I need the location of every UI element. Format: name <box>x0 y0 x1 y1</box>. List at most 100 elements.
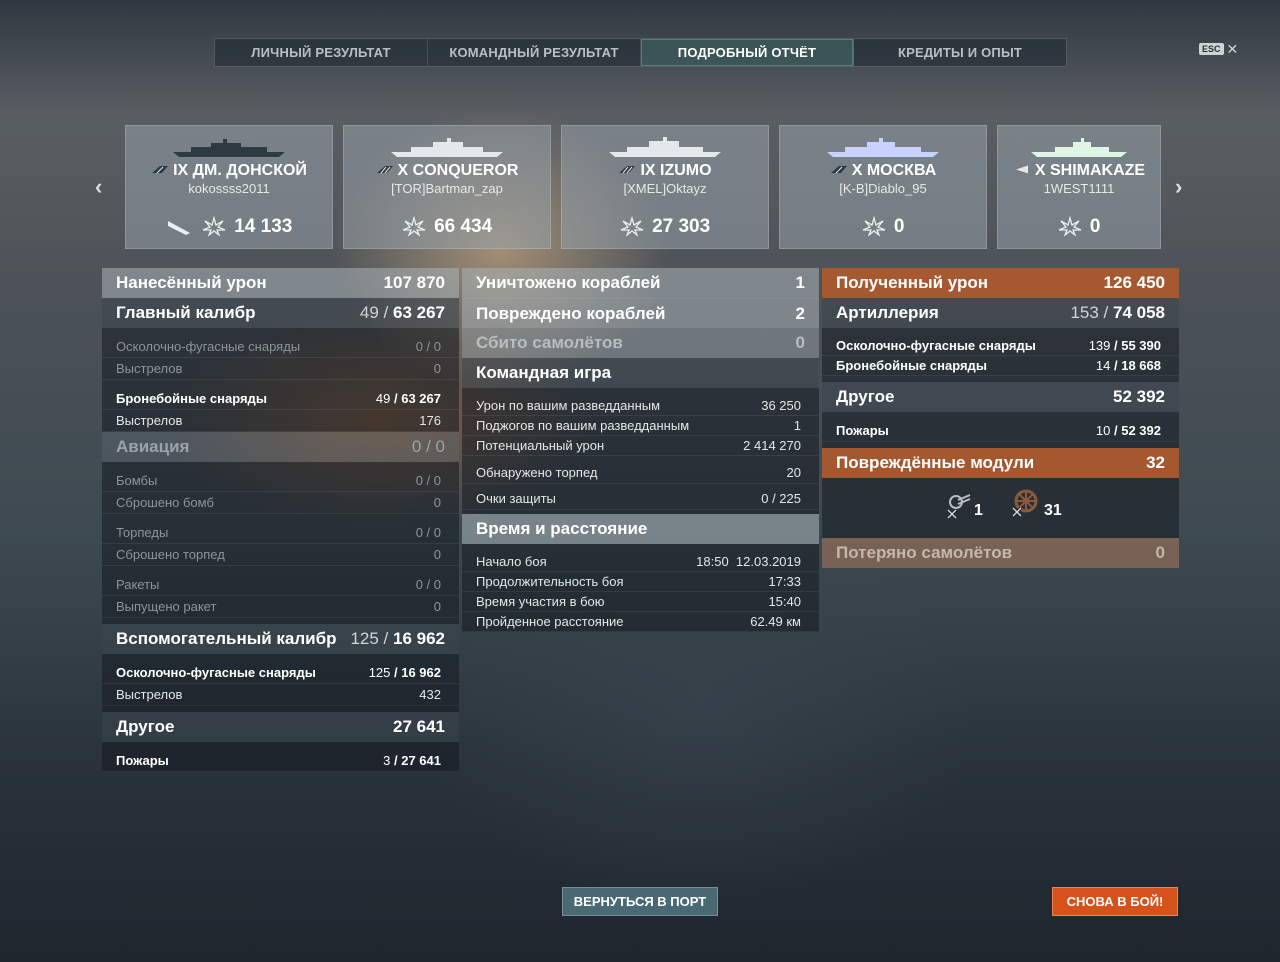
section-value: 0 / 0 <box>411 437 445 456</box>
stat-row: Время участия в бою 15:40 <box>462 592 819 612</box>
tab-credits-xp[interactable]: КРЕДИТЫ И ОПЫТ <box>854 39 1066 66</box>
player-name: [XMEL]Oktayz <box>623 181 707 196</box>
ship-score: 0 <box>998 215 1160 238</box>
player-name: 1WEST1111 <box>1043 181 1115 196</box>
planes-lost-header: Потеряно самолётов 0 <box>822 538 1179 568</box>
stat-row: Сброшено торпед 0 <box>102 544 459 566</box>
secondary-battery-header: Вспомогательный калибр 125 / 16 962 <box>102 624 459 654</box>
ship-score: 0 <box>780 215 986 238</box>
damage-dealt-panel: Нанесённый урон 107 870 Главный калибр 4… <box>102 268 459 772</box>
section-title: Потеряно самолётов <box>836 543 1013 562</box>
tab-detailed-report[interactable]: ПОДРОБНЫЙ ОТЧЁТ <box>641 39 854 66</box>
artillery-header: Артиллерия 153 / 74 058 <box>822 298 1179 328</box>
ship-silhouette-icon <box>1031 138 1127 157</box>
stat-row: Осколочно-фугасные снаряды 139 / 55 390 <box>822 336 1179 356</box>
other-damage-header: Другое 27 641 <box>102 712 459 742</box>
modules-row: 1 31 <box>822 478 1179 538</box>
destroyed-ships-header: Уничтожено кораблей 1 <box>462 268 819 298</box>
main-battery-header: Главный калибр 49 / 63 267 <box>102 298 459 328</box>
ship-name: X CONQUEROR <box>344 161 550 180</box>
damage-received-panel: Полученный урон 126 450 Артиллерия 153 /… <box>822 268 1179 568</box>
stat-row: Выпущено ракет 0 <box>102 596 459 618</box>
stat-row: Осколочно-фугасные снаряды 0 / 0 <box>102 336 459 358</box>
stat-row: Бронебойные снаряды 14 / 18 668 <box>822 356 1179 376</box>
tab-team-result[interactable]: КОМАНДНЫЙ РЕЗУЛЬТАТ <box>428 39 641 66</box>
player-name: [TOR]Bartman_zap <box>391 181 503 196</box>
ship-card[interactable]: IX ДМ. ДОНСКОЙ kokossss2011 14 133 <box>125 125 333 249</box>
section-value: 32 <box>1146 453 1165 472</box>
player-name: kokossss2011 <box>188 181 270 196</box>
tab-personal-result[interactable]: ЛИЧНЫЙ РЕЗУЛЬТАТ <box>215 39 428 66</box>
section-title: Командная игра <box>476 363 612 382</box>
stat-row: Очки защиты 0 / 225 <box>462 488 819 510</box>
section-title: Повреждённые модули <box>836 453 1035 472</box>
stat-row: Ракеты 0 / 0 <box>102 574 459 596</box>
ship-silhouette-icon <box>391 138 503 157</box>
carousel-next-arrow[interactable]: › <box>1175 176 1182 198</box>
ship-name: IX ДМ. ДОНСКОЙ <box>126 161 332 180</box>
ship-name: X МОСКВА <box>780 161 986 180</box>
damage-burst-icon <box>402 215 426 238</box>
player-name: [K-B]Diablo_95 <box>839 181 927 196</box>
other-received-header: Другое 52 392 <box>822 382 1179 412</box>
section-value: 126 450 <box>1103 273 1165 292</box>
destroyer-icon <box>1013 161 1031 174</box>
section-title: Сбито самолётов <box>476 333 623 352</box>
carousel-prev-arrow[interactable]: ‹ <box>95 176 102 198</box>
module-count: 31 <box>1044 502 1062 519</box>
damage-received-header: Полученный урон 126 450 <box>822 268 1179 298</box>
module-item: 1 <box>944 492 983 520</box>
ship-card[interactable]: X CONQUEROR [TOR]Bartman_zap 66 434 <box>343 125 551 249</box>
section-title: Другое <box>116 717 175 736</box>
tab-bar: ЛИЧНЫЙ РЕЗУЛЬТАТ КОМАНДНЫЙ РЕЗУЛЬТАТ ПОД… <box>214 38 1067 67</box>
section-title: Другое <box>836 387 895 406</box>
module-count: 1 <box>974 502 983 519</box>
battleship-icon <box>618 161 636 174</box>
ship-silhouette-icon <box>609 137 721 157</box>
section-value: 1 <box>795 273 805 292</box>
esc-key-badge: ESC <box>1199 43 1224 55</box>
section-value: 49 / 63 267 <box>359 303 445 322</box>
ship-card[interactable]: IX IZUMO [XMEL]Oktayz 27 303 <box>561 125 769 249</box>
section-title: Повреждено кораблей <box>476 303 666 323</box>
gun-module-icon <box>946 494 971 520</box>
section-value: 2 <box>795 303 805 323</box>
section-value: 0 <box>795 333 805 352</box>
stat-row: Урон по вашим разведданным 36 250 <box>462 396 819 416</box>
stat-row: Выстрелов 432 <box>102 684 459 706</box>
stat-row: Сброшено бомб 0 <box>102 492 459 514</box>
stat-row: Торпеды 0 / 0 <box>102 522 459 544</box>
close-button[interactable]: ESC ✕ <box>1199 42 1238 56</box>
stat-row: Пожары 10 / 52 392 <box>822 420 1179 442</box>
section-value: 107 870 <box>383 273 445 292</box>
damage-burst-icon <box>1058 215 1081 238</box>
time-distance-header: Время и расстояние <box>462 514 819 544</box>
stat-row: Поджогов по вашим разведданным 1 <box>462 416 819 436</box>
battle-again-button[interactable]: СНОВА В БОЙ! <box>1052 887 1178 916</box>
ship-name: IX IZUMO <box>562 161 768 180</box>
section-title: Уничтожено кораблей <box>476 273 661 292</box>
aviation-header: Авиация 0 / 0 <box>102 432 459 462</box>
cruiser-icon <box>830 161 848 174</box>
stat-row: Обнаружено торпед 20 <box>462 462 819 484</box>
section-title: Полученный урон <box>836 273 989 292</box>
stat-row: Бомбы 0 / 0 <box>102 470 459 492</box>
ship-card[interactable]: X SHIMAKAZE 1WEST1111 0 <box>997 125 1161 249</box>
steering-module-icon <box>1011 489 1038 518</box>
section-value: 27 641 <box>393 717 445 736</box>
section-title: Нанесённый урон <box>116 273 267 292</box>
battle-summary-panel: Уничтожено кораблей 1 Повреждено корабле… <box>462 268 819 632</box>
ship-card[interactable]: X МОСКВА [K-B]Diablo_95 0 <box>779 125 987 249</box>
return-to-port-button[interactable]: ВЕРНУТЬСЯ В ПОРТ <box>562 887 718 916</box>
section-value: 125 / 16 962 <box>350 629 445 648</box>
ship-name: X SHIMAKAZE <box>998 161 1160 180</box>
ship-score: 27 303 <box>562 215 768 238</box>
planes-shot-header: Сбито самолётов 0 <box>462 328 819 358</box>
section-title: Вспомогательный калибр <box>116 629 337 648</box>
section-value: 52 392 <box>1113 387 1165 406</box>
damage-burst-icon <box>620 215 644 238</box>
damaged-ships-header: Повреждено кораблей 2 <box>462 298 819 328</box>
close-icon: ✕ <box>1226 41 1239 57</box>
section-value: 0 <box>1155 543 1165 562</box>
section-value: 153 / 74 058 <box>1070 303 1165 322</box>
